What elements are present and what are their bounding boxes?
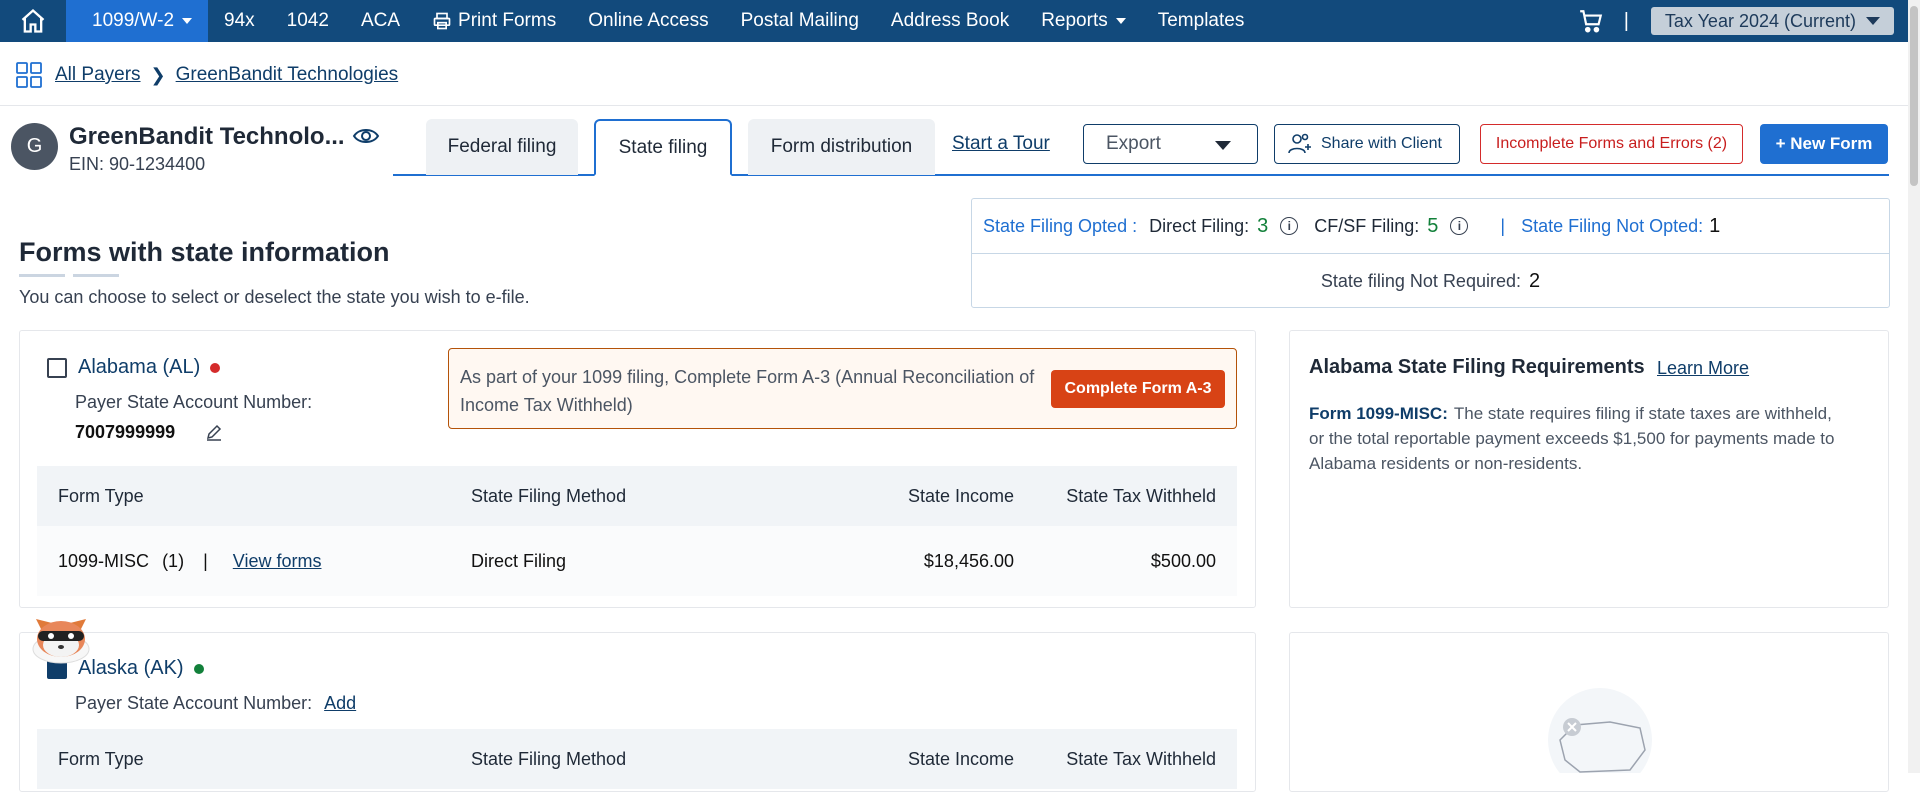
form-type-cell: 1099-MISC (1) | View forms xyxy=(58,550,322,571)
state-checkbox-alabama[interactable] xyxy=(47,358,67,378)
nav-print-forms[interactable]: Print Forms xyxy=(416,0,572,42)
col-form-type: Form Type xyxy=(58,748,144,769)
nav-address-book[interactable]: Address Book xyxy=(875,0,1025,42)
chevron-down-icon xyxy=(1215,141,1231,150)
nav-separator: | xyxy=(1623,9,1629,32)
col-form-type: Form Type xyxy=(58,485,144,506)
nav-right: | Tax Year 2024 (Current) xyxy=(1576,0,1908,42)
nav-94x[interactable]: 94x xyxy=(208,0,271,42)
nav-online-access[interactable]: Online Access xyxy=(572,0,724,42)
nav-1099-w2[interactable]: 1099/W-2 xyxy=(66,0,209,42)
filing-method-cell: Direct Filing xyxy=(471,550,567,571)
status-dot xyxy=(193,663,204,674)
state-name-alabama: Alabama (AL) xyxy=(78,356,221,379)
payer-state-account-label: Payer State Account Number: xyxy=(75,392,313,412)
status-row: State Filing Opted : Direct Filing: 3 i … xyxy=(972,199,1889,254)
status-dot xyxy=(210,362,221,373)
col-state-income: State Income xyxy=(907,485,1014,506)
payer-state-account-label: Payer State Account Number: Add xyxy=(75,693,357,713)
table-header: Form Type State Filing Method State Inco… xyxy=(37,466,1237,526)
incomplete-forms-errors-button[interactable]: Incomplete Forms and Errors (2) xyxy=(1480,124,1743,164)
col-filing-method: State Filing Method xyxy=(471,748,627,769)
pencil-icon[interactable] xyxy=(205,423,223,441)
chevron-down-icon xyxy=(1115,18,1126,24)
map-illustration-icon xyxy=(1548,688,1652,773)
title-underline xyxy=(19,274,119,277)
complete-form-a3-button[interactable]: Complete Form A-3 xyxy=(1051,370,1225,408)
printer-icon xyxy=(433,12,451,30)
cfsf-filing-count: 5 xyxy=(1427,214,1439,237)
tab-form-distribution[interactable]: Form distribution xyxy=(748,119,935,175)
col-state-tax-withheld: State Tax Withheld xyxy=(1066,485,1216,506)
nav-templates[interactable]: Templates xyxy=(1142,0,1261,42)
cfsf-filing-label: CF/SF Filing: xyxy=(1314,215,1420,236)
cart-button[interactable] xyxy=(1576,6,1606,36)
nav-1042[interactable]: 1042 xyxy=(271,0,345,42)
tab-federal-filing[interactable]: Federal filing xyxy=(426,119,578,175)
table-header: Form Type State Filing Method State Inco… xyxy=(37,729,1237,789)
nav-reports[interactable]: Reports xyxy=(1025,0,1142,42)
start-tour-link[interactable]: Start a Tour xyxy=(952,133,1050,155)
not-opted-label: State Filing Not Opted: xyxy=(1521,215,1704,236)
home-button[interactable] xyxy=(0,0,66,42)
breadcrumb-current-payer[interactable]: GreenBandit Technologies xyxy=(176,64,399,86)
grid-icon xyxy=(16,62,42,88)
breadcrumb-all-payers[interactable]: All Payers xyxy=(55,64,141,86)
form-a3-notice: As part of your 1099 filing, Complete Fo… xyxy=(448,348,1237,429)
chevron-down-icon xyxy=(1866,17,1880,25)
tax-year-select[interactable]: Tax Year 2024 (Current) xyxy=(1650,7,1894,35)
add-user-icon xyxy=(1288,133,1311,154)
new-form-button[interactable]: + New Form xyxy=(1760,124,1888,164)
eye-icon[interactable] xyxy=(352,125,380,147)
avatar: G xyxy=(11,123,58,170)
payer-state-account-number: 7007999999 xyxy=(75,422,176,442)
not-required-count: 2 xyxy=(1528,269,1541,292)
col-filing-method: State Filing Method xyxy=(471,485,627,506)
requirements-title: Alabama State Filing Requirements xyxy=(1309,356,1645,378)
chevron-down-icon xyxy=(182,18,193,24)
chevron-right-icon: ❯ xyxy=(150,64,166,85)
not-opted-count: 1 xyxy=(1709,214,1721,237)
top-nav: 1099/W-2 94x 1042 ACA Print Forms Online… xyxy=(0,0,1908,42)
learn-more-link[interactable]: Learn More xyxy=(1657,358,1749,379)
tab-state-filing[interactable]: State filing xyxy=(594,119,732,176)
export-select[interactable]: Export xyxy=(1083,124,1258,164)
nav-postal-mailing[interactable]: Postal Mailing xyxy=(725,0,875,42)
not-required-label: State filing Not Required: xyxy=(1320,270,1521,291)
info-icon[interactable]: i xyxy=(1280,217,1299,235)
mascot-icon[interactable] xyxy=(26,605,96,667)
state-name-alaska: Alaska (AK) xyxy=(78,657,204,680)
breadcrumb: All Payers ❯ GreenBandit Technologies xyxy=(15,60,398,90)
add-account-link[interactable]: Add xyxy=(324,693,356,713)
payer-ein: EIN: 90-1234400 xyxy=(69,154,206,174)
status-separator: | xyxy=(1500,215,1506,236)
page-subtitle: You can choose to select or deselect the… xyxy=(19,287,530,307)
info-icon[interactable]: i xyxy=(1450,217,1469,235)
notice-text: As part of your 1099 filing, Complete Fo… xyxy=(460,367,1035,415)
status-row: State filing Not Required: 2 xyxy=(972,254,1889,308)
state-tax-withheld-cell: $500.00 xyxy=(1150,550,1216,571)
state-income-cell: $18,456.00 xyxy=(923,550,1014,571)
home-icon xyxy=(21,8,45,33)
requirements-text: Form 1099-MISC: The state requires filing… xyxy=(1309,404,1835,473)
payer-name: GreenBandit Technolo... xyxy=(69,123,345,150)
cart-icon xyxy=(1579,10,1602,33)
direct-filing-count: 3 xyxy=(1257,214,1269,237)
scrollbar-thumb[interactable] xyxy=(1910,6,1918,186)
col-state-tax-withheld: State Tax Withheld xyxy=(1066,748,1216,769)
state-filing-status: State Filing Opted : Direct Filing: 3 i … xyxy=(971,198,1890,308)
page-title: Forms with state information xyxy=(19,237,390,267)
opted-label: State Filing Opted : xyxy=(983,215,1138,236)
divider xyxy=(0,105,1908,106)
direct-filing-label: Direct Filing: xyxy=(1149,215,1250,236)
scrollbar[interactable] xyxy=(1908,0,1920,773)
table-row: 1099-MISC (1) | View forms Direct Filing… xyxy=(37,526,1237,596)
share-with-client-button[interactable]: Share with Client xyxy=(1274,124,1460,164)
col-state-income: State Income xyxy=(907,748,1014,769)
view-forms-link[interactable]: View forms xyxy=(233,551,322,571)
nav-aca[interactable]: ACA xyxy=(345,0,416,42)
